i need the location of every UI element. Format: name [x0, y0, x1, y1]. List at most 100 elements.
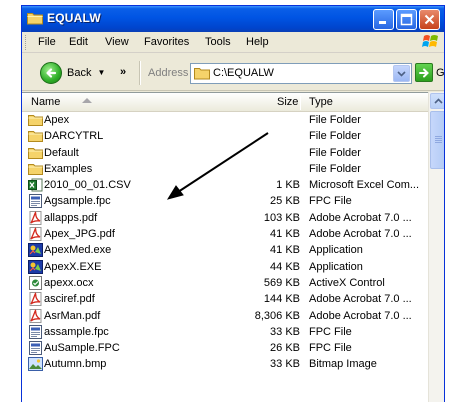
menu-file[interactable]: File: [38, 36, 56, 48]
pdf-icon: [28, 227, 43, 242]
chevron-down-icon: [397, 70, 406, 77]
address-label: Address: [148, 67, 189, 79]
file-size: 1 KB: [276, 179, 300, 192]
file-row[interactable]: Default File Folder: [22, 145, 428, 161]
menu-view[interactable]: View: [105, 36, 129, 48]
file-row[interactable]: allapps.pdf 103 KB Adobe Acrobat 7.0 ...: [22, 210, 428, 226]
folder-icon: [28, 113, 43, 127]
column-divider[interactable]: [300, 96, 301, 110]
scroll-thumb[interactable]: [430, 111, 444, 169]
minimize-button[interactable]: [373, 9, 394, 30]
chevron-up-icon: [433, 98, 443, 104]
back-button[interactable]: Back ▼: [40, 60, 105, 85]
toolbar-separator: [139, 61, 141, 85]
explorer-window: EQUALW File Edit View Favorites Tools He…: [21, 5, 445, 402]
back-label: Back: [67, 66, 92, 79]
file-type: ActiveX Control: [309, 276, 385, 289]
scroll-up-button[interactable]: [430, 93, 444, 109]
file-name: Examples: [44, 162, 93, 175]
file-row[interactable]: Examples File Folder: [22, 161, 428, 177]
address-field[interactable]: C:\EQUALW: [190, 63, 412, 84]
file-row[interactable]: AsrMan.pdf 8,306 KB Adobe Acrobat 7.0 ...: [22, 308, 428, 324]
title-bar[interactable]: EQUALW: [22, 6, 444, 32]
file-row[interactable]: Autumn.bmp 33 KB Bitmap Image: [22, 356, 428, 372]
column-header-name[interactable]: Name: [31, 96, 60, 108]
file-name: Default: [44, 146, 79, 159]
file-type: File Folder: [309, 146, 361, 159]
folder-icon: [28, 162, 43, 176]
back-dropdown-icon[interactable]: ▼: [97, 68, 105, 77]
file-row[interactable]: Agsample.fpc 25 KB FPC File: [22, 193, 428, 209]
folder-icon: [28, 146, 43, 160]
folder-icon: [28, 129, 43, 143]
file-row[interactable]: ApexMed.exe 41 KB Application: [22, 242, 428, 258]
vertical-scrollbar[interactable]: [428, 92, 444, 402]
toolbar-overflow-chevron[interactable]: »: [120, 66, 126, 78]
file-row[interactable]: AuSample.FPC 26 KB FPC File: [22, 340, 428, 356]
menu-help[interactable]: Help: [246, 36, 269, 48]
file-size: 33 KB: [270, 325, 300, 338]
file-size: 41 KB: [270, 228, 300, 241]
file-type: File Folder: [309, 130, 361, 143]
go-button[interactable]: [415, 63, 433, 82]
file-type: Adobe Acrobat 7.0 ...: [309, 309, 412, 322]
file-row[interactable]: 2010_00_01.CSV 1 KB Microsoft Excel Com...: [22, 177, 428, 193]
activex-icon: [28, 275, 43, 290]
window-title: EQUALW: [47, 11, 101, 25]
generic-file-icon: [28, 194, 43, 209]
file-type: Bitmap Image: [309, 358, 377, 371]
minimize-icon: [379, 21, 386, 24]
go-label[interactable]: Go: [436, 67, 444, 79]
file-size: 25 KB: [270, 195, 300, 208]
folder-icon: [27, 13, 43, 25]
file-row[interactable]: Apex_JPG.pdf 41 KB Adobe Acrobat 7.0 ...: [22, 226, 428, 242]
maximize-button[interactable]: [396, 9, 417, 30]
generic-file-icon: [28, 341, 43, 356]
file-type: FPC File: [309, 342, 352, 355]
maximize-icon: [400, 13, 413, 26]
file-type: Application: [309, 244, 363, 257]
pdf-icon: [28, 308, 43, 323]
pdf-icon: [28, 210, 43, 225]
menu-grip[interactable]: [25, 35, 28, 50]
file-row[interactable]: asciref.pdf 144 KB Adobe Acrobat 7.0 ...: [22, 291, 428, 307]
menu-tools[interactable]: Tools: [205, 36, 231, 48]
go-arrow-icon: [419, 68, 429, 77]
back-arrow-icon: [40, 61, 62, 84]
file-size: 8,306 KB: [254, 309, 300, 322]
file-row[interactable]: ApexX.EXE 44 KB Application: [22, 259, 428, 275]
close-icon: [424, 14, 435, 25]
file-size: 569 KB: [263, 276, 300, 289]
menu-favorites[interactable]: Favorites: [144, 36, 189, 48]
file-name: allapps.pdf: [44, 211, 98, 224]
file-name: Apex_JPG.pdf: [44, 228, 115, 241]
close-button[interactable]: [419, 9, 440, 30]
file-name: ApexMed.exe: [44, 244, 112, 257]
folder-icon: [194, 68, 210, 80]
file-name: Autumn.bmp: [44, 358, 107, 371]
excel-icon: [28, 178, 43, 192]
address-value: C:\EQUALW: [213, 67, 274, 79]
file-row[interactable]: apexx.ocx 569 KB ActiveX Control: [22, 275, 428, 291]
file-list[interactable]: Name Size Type Apex File Folder DARCYTRL Fi…: [22, 92, 428, 402]
file-row[interactable]: Apex File Folder: [22, 112, 428, 128]
file-size: 33 KB: [270, 358, 300, 371]
address-dropdown-button[interactable]: [393, 65, 410, 82]
file-name: assample.fpc: [44, 325, 109, 338]
file-size: 144 KB: [263, 293, 300, 306]
file-name: asciref.pdf: [44, 293, 95, 306]
file-name: Apex: [44, 114, 70, 126]
app-icon: [28, 259, 43, 274]
file-row[interactable]: DARCYTRL File Folder: [22, 128, 428, 144]
file-type: FPC File: [309, 325, 352, 338]
app-icon: [28, 243, 43, 258]
file-name: DARCYTRL: [44, 130, 104, 143]
file-size: 103 KB: [263, 211, 300, 224]
column-header-type[interactable]: Type: [309, 96, 333, 108]
menu-edit[interactable]: Edit: [69, 36, 88, 48]
file-name: apexx.ocx: [44, 276, 94, 289]
column-header-size[interactable]: Size: [277, 96, 298, 108]
file-row[interactable]: assample.fpc 33 KB FPC File: [22, 324, 428, 340]
file-type: Adobe Acrobat 7.0 ...: [309, 211, 412, 224]
file-size: 26 KB: [270, 342, 300, 355]
